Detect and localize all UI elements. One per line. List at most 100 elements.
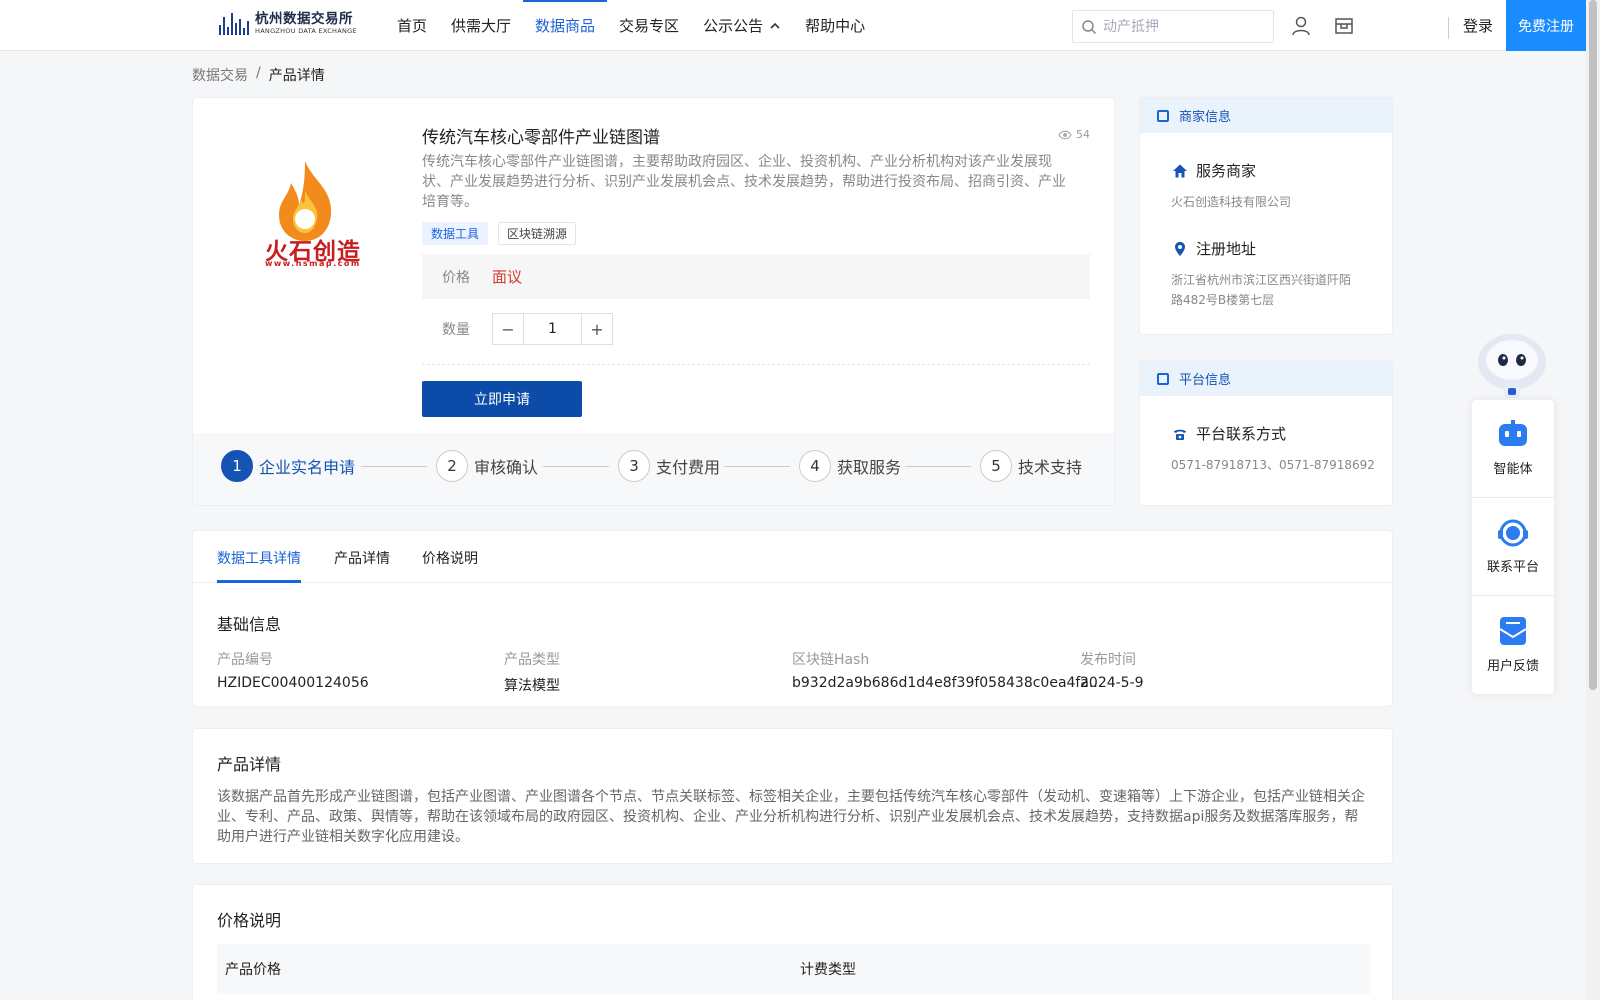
basic-info-title: 基础信息 — [217, 615, 282, 634]
platform-info-header: 平台信息 — [1140, 361, 1392, 396]
decrement-button[interactable]: − — [493, 314, 523, 344]
quantity-stepper[interactable]: − 1 + — [492, 313, 613, 345]
dashed-divider — [422, 364, 1090, 365]
step-connector — [543, 466, 609, 467]
location-pin-icon — [1175, 241, 1185, 256]
pricing-title: 价格说明 — [217, 911, 282, 930]
search-input[interactable] — [1103, 18, 1263, 35]
process-steps: 1 企业实名申请 2 审核确认 3 支付费用 4 获取服务 5 技术支持 — [193, 433, 1114, 505]
nav-announcements[interactable]: 公示公告 — [691, 0, 793, 51]
price-row: 价格 面议 — [422, 254, 1090, 299]
step-2-number: 2 — [436, 450, 468, 482]
view-count: 54 — [1058, 128, 1090, 141]
store-icon[interactable] — [1333, 15, 1355, 37]
service-merchant-value: 火石创造科技有限公司 — [1171, 195, 1292, 209]
merchant-info-header: 商家信息 — [1140, 98, 1392, 133]
robot-mascot-icon[interactable] — [1474, 326, 1550, 402]
pricing-card: 价格说明 产品价格 计费类型 — [192, 884, 1393, 1000]
apply-now-button[interactable]: 立即申请 — [422, 381, 582, 417]
price-value: 面议 — [492, 268, 523, 286]
product-description: 传统汽车核心零部件产业链图谱，主要帮助政府园区、企业、投资机构、产业分析机构对该… — [422, 154, 1066, 210]
header-divider — [1448, 17, 1449, 39]
nav-help-center[interactable]: 帮助中心 — [793, 0, 877, 51]
login-link[interactable]: 登录 — [1463, 15, 1493, 36]
step-5-number: 5 — [980, 450, 1012, 482]
breadcrumb-current: 产品详情 — [268, 68, 325, 84]
info-publish-date-value: 2024-5-9 — [1080, 675, 1144, 691]
nav-trade-zone[interactable]: 交易专区 — [607, 0, 691, 51]
merchant-info-card: 商家信息 服务商家 火石创造科技有限公司 注册地址 浙江省杭州市滨江区西兴街道阡… — [1139, 97, 1393, 335]
step-4: 4 获取服务 — [799, 450, 901, 482]
nav-home[interactable]: 首页 — [385, 0, 439, 51]
info-product-id-key: 产品编号 — [217, 652, 273, 668]
product-tabs-card: 数据工具详情 产品详情 价格说明 基础信息 产品编号 HZIDEC0040012… — [192, 530, 1394, 707]
info-product-type-value: 算法模型 — [504, 678, 560, 694]
step-5: 5 技术支持 — [980, 450, 1082, 482]
info-product-id: 产品编号 HZIDEC00400124056 — [217, 649, 369, 691]
increment-button[interactable]: + — [582, 314, 612, 344]
platform-info-card: 平台信息 平台联系方式 0571-87918713、0571-87918692 — [1139, 360, 1393, 506]
price-label: 价格 — [442, 269, 470, 286]
float-feedback-button[interactable]: 用户反馈 — [1472, 596, 1554, 693]
floating-service-panel: 智能体 联系平台 用户反馈 — [1472, 400, 1554, 694]
home-icon — [1173, 164, 1187, 177]
step-2: 2 审核确认 — [436, 450, 538, 482]
float-contact-button[interactable]: 联系平台 — [1472, 498, 1554, 595]
platform-contact-label: 平台联系方式 — [1196, 425, 1287, 443]
phone-icon — [1174, 429, 1186, 440]
feedback-icon — [1499, 617, 1527, 645]
info-blockchain-hash: 区块链Hash b932d2a9b686d1d4e8f39f058438c0ea… — [792, 649, 1102, 691]
tab-data-tool-details[interactable]: 数据工具详情 — [217, 548, 301, 568]
tab-product-details[interactable]: 产品详情 — [334, 548, 390, 568]
info-box-icon — [1157, 109, 1169, 122]
step-4-number: 4 — [799, 450, 831, 482]
step-1-label: 企业实名申请 — [259, 458, 356, 477]
logo-bars-icon — [219, 12, 249, 35]
product-card: 火石创造 www.hsmap.com 传统汽车核心零部件产业链图谱 54 传统汽… — [192, 97, 1115, 506]
step-connector — [905, 466, 971, 467]
scrollbar-thumb[interactable] — [1589, 0, 1597, 690]
tag-blockchain: 区块链溯源 — [498, 222, 577, 245]
platform-contact-value: 0571-87918713、0571-87918692 — [1171, 458, 1375, 472]
float-feedback-label: 用户反馈 — [1486, 659, 1539, 674]
step-3-label: 支付费用 — [656, 458, 721, 477]
registered-address-value: 浙江省杭州市滨江区西兴街道阡陌路482号B楼第七层 — [1171, 273, 1352, 307]
float-agent-button[interactable]: 智能体 — [1472, 400, 1554, 497]
step-2-label: 审核确认 — [474, 458, 539, 477]
pricing-col-billing-type: 计费类型 — [800, 962, 856, 978]
search-icon — [1082, 19, 1097, 34]
site-logo[interactable]: 杭州数据交易所 HANGZHOU DATA EXCHANGE — [219, 11, 357, 36]
registered-address-label-row: 注册地址 — [1172, 238, 1256, 259]
tab-price-description[interactable]: 价格说明 — [422, 548, 478, 568]
main-nav: 首页 供需大厅 数据商品 交易专区 公示公告 帮助中心 — [385, 0, 877, 51]
product-title: 传统汽车核心零部件产业链图谱 — [422, 128, 660, 148]
register-button[interactable]: 免费注册 — [1506, 0, 1586, 51]
info-publish-date: 发布时间 2024-5-9 — [1080, 649, 1144, 691]
info-product-type: 产品类型 算法模型 — [504, 649, 560, 695]
chevron-up-icon — [770, 22, 780, 29]
logo-subtitle: HANGZHOU DATA EXCHANGE — [255, 27, 357, 35]
page-scrollbar[interactable] — [1586, 0, 1600, 1000]
quantity-row: 数量 − 1 + — [422, 313, 613, 345]
breadcrumb-root[interactable]: 数据交易 — [192, 65, 248, 85]
user-icon[interactable] — [1290, 15, 1312, 37]
nav-data-products[interactable]: 数据商品 — [523, 0, 608, 51]
nav-supply-demand[interactable]: 供需大厅 — [439, 0, 523, 51]
tag-data-tool: 数据工具 — [422, 222, 489, 245]
quantity-value[interactable]: 1 — [523, 314, 582, 344]
search-box[interactable] — [1072, 10, 1274, 43]
info-blockchain-hash-value: b932d2a9b686d1d4e8f39f058438c0ea4fa... — [792, 675, 1103, 691]
logo-title: 杭州数据交易所 — [255, 11, 353, 27]
step-5-label: 技术支持 — [1018, 458, 1083, 477]
step-3: 3 支付费用 — [618, 450, 720, 482]
step-connector — [724, 466, 790, 467]
product-tags: 数据工具 区块链溯源 — [422, 222, 577, 245]
breadcrumb-separator: / — [256, 65, 261, 81]
info-publish-date-key: 发布时间 — [1080, 652, 1136, 668]
step-connector — [361, 466, 427, 467]
merchant-info-title: 商家信息 — [1179, 110, 1232, 125]
eye-icon — [1058, 130, 1072, 139]
float-agent-label: 智能体 — [1493, 462, 1533, 477]
brand-url: www.hsmap.com — [265, 259, 361, 268]
product-detail-card: 产品详情 该数据产品首先形成产业链图谱，包括产业图谱、产业图谱各个节点、节点关联… — [192, 728, 1393, 864]
